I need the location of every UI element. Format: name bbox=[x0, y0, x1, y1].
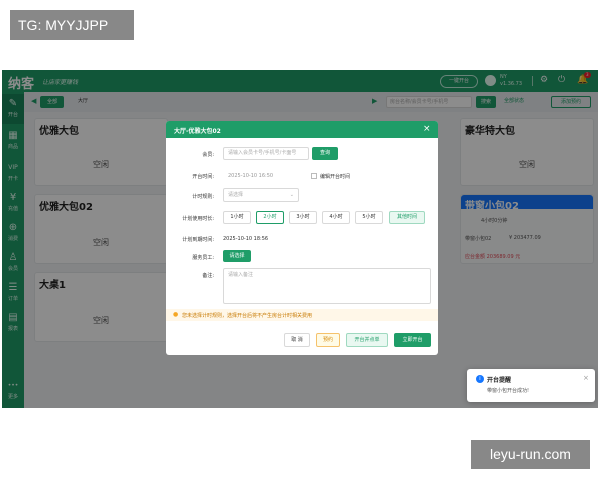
dialog-title: 大厅-优雅大包02 bbox=[174, 128, 221, 135]
start-time-label: 开台时间: bbox=[192, 174, 214, 180]
overlay-tag: TG: MYYJJPP bbox=[10, 10, 134, 40]
info-icon: i bbox=[476, 375, 484, 383]
cancel-button[interactable]: 取 消 bbox=[284, 333, 310, 347]
duration-label: 计划使用时长: bbox=[182, 216, 214, 222]
notice-bar: ● 您未选择计时规则，选择开台后将不产生房台计时相关费用 bbox=[166, 309, 438, 321]
app-window: 纳客 让店家更赚钱 一键开台 NY v1.36.73 ⚙ ⏻ 🔔 3 ✎ 开台 ▦… bbox=[2, 70, 598, 408]
rule-placeholder: 请选择 bbox=[228, 192, 244, 198]
staff-select-button[interactable]: 请选择 bbox=[223, 250, 251, 262]
close-icon[interactable]: × bbox=[423, 124, 431, 134]
dialog-header: 大厅-优雅大包02 × bbox=[166, 121, 438, 138]
member-label: 会员: bbox=[202, 152, 214, 158]
rule-label: 计时规则: bbox=[192, 194, 214, 200]
edit-start-label: 编辑开台时间 bbox=[320, 174, 351, 180]
start-time-value: 2025-10-10 16:50 bbox=[228, 173, 274, 179]
open-now-button[interactable]: 立即开台 bbox=[394, 333, 431, 347]
chevron-down-icon: ⌄ bbox=[289, 192, 294, 198]
end-time-label: 计划到期时间: bbox=[182, 237, 214, 243]
duration-other-button[interactable]: 其他时间 bbox=[389, 211, 425, 224]
member-input[interactable]: 请输入会员卡号/手机号/卡面号 bbox=[223, 147, 309, 160]
rule-select[interactable]: 请选择 ⌄ bbox=[223, 188, 299, 202]
close-icon[interactable]: × bbox=[583, 374, 589, 382]
member-query-button[interactable]: 查询 bbox=[312, 147, 338, 160]
duration-1h-button[interactable]: 1小时 bbox=[223, 211, 251, 224]
duration-3h-button[interactable]: 3小时 bbox=[289, 211, 317, 224]
open-and-order-button[interactable]: 开台并点单 bbox=[346, 333, 388, 347]
duration-5h-button[interactable]: 5小时 bbox=[355, 211, 383, 224]
notice-text: 您未选择计时规则，选择开台后将不产生房台计时相关费用 bbox=[182, 313, 313, 319]
toast-message: 带窗小包开台成功! bbox=[487, 388, 530, 394]
warning-icon: ● bbox=[173, 311, 179, 318]
toast-notification: i 开台提醒 带窗小包开台成功! × bbox=[467, 369, 595, 402]
staff-label: 服务员工: bbox=[192, 255, 214, 261]
remark-label: 备注: bbox=[202, 273, 214, 279]
toast-title: 开台提醒 bbox=[487, 377, 512, 384]
watermark: leyu-run.com bbox=[471, 440, 590, 469]
reserve-button[interactable]: 预约 bbox=[316, 333, 340, 347]
open-room-dialog: 大厅-优雅大包02 × 会员: 请输入会员卡号/手机号/卡面号 查询 开台时间:… bbox=[166, 121, 438, 355]
end-time-value: 2025-10-10 18:56 bbox=[223, 236, 269, 242]
duration-4h-button[interactable]: 4小时 bbox=[322, 211, 350, 224]
remark-textarea[interactable]: 请输入备注 bbox=[223, 268, 431, 304]
duration-2h-button[interactable]: 2小时 bbox=[256, 211, 284, 224]
edit-start-checkbox[interactable] bbox=[311, 173, 317, 179]
